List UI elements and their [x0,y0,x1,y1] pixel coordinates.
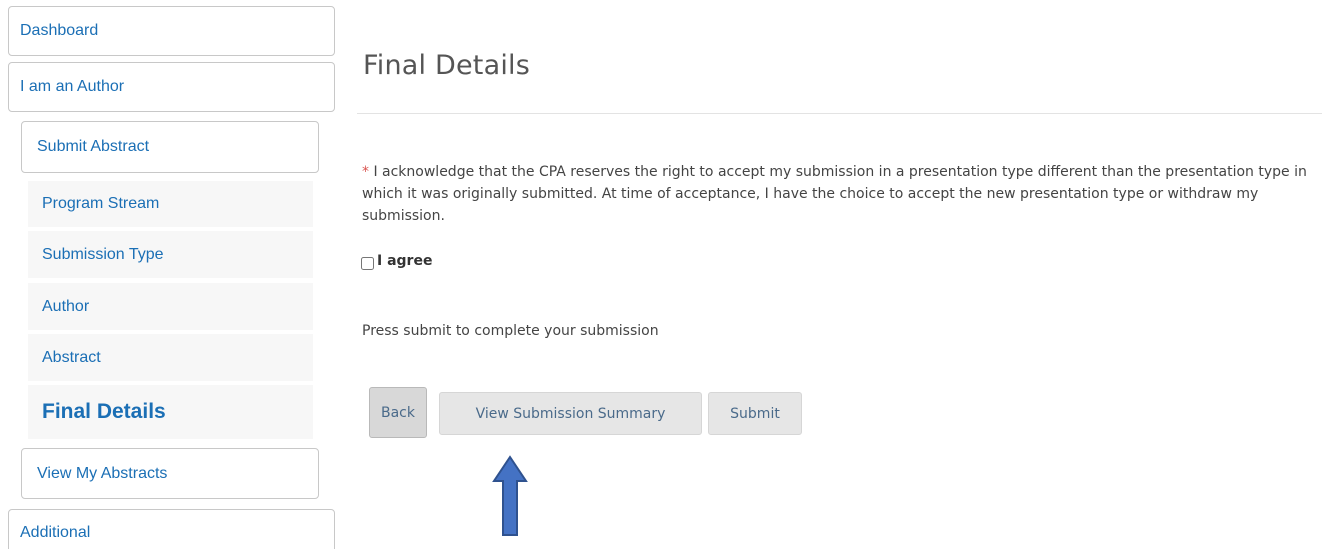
sidebar-step-final-details[interactable]: Final Details [28,385,313,439]
agree-label: I agree [377,253,433,269]
back-button[interactable]: Back [369,387,427,438]
sidebar-item-additional[interactable]: Additional [8,509,335,549]
sidebar-step-author[interactable]: Author [28,283,313,330]
submit-button[interactable]: Submit [708,392,802,435]
sidebar-step-submission-type[interactable]: Submission Type [28,231,313,278]
sidebar-step-label: Program Stream [42,195,160,212]
acknowledgement-body: I acknowledge that the CPA reserves the … [362,164,1307,224]
agree-checkbox[interactable] [361,256,374,270]
sidebar-step-label: Author [42,297,90,315]
sidebar-item-submit-abstract[interactable]: Submit Abstract [21,121,319,173]
sidebar-item-label: Submit Abstract [37,138,150,155]
title-divider [357,113,1322,114]
sidebar-step-program-stream[interactable]: Program Stream [28,181,313,227]
sidebar-step-label: Final Details [42,400,166,423]
sidebar-step-label: Abstract [42,348,101,366]
sidebar-item-label: Dashboard [20,22,99,39]
sidebar-item-label: View My Abstracts [37,464,168,482]
view-submission-summary-button[interactable]: View Submission Summary [439,392,702,435]
sidebar-item-author[interactable]: I am an Author [8,62,335,112]
sidebar-step-abstract[interactable]: Abstract [28,334,313,381]
page-title: Final Details [363,50,531,81]
submit-instruction: Press submit to complete your submission [362,323,659,339]
sidebar-item-view-my-abstracts[interactable]: View My Abstracts [21,448,319,499]
page: Dashboard I am an Author Submit Abstract… [0,0,1329,549]
sidebar-item-label: I am an Author [20,78,125,95]
acknowledgement-text: * I acknowledge that the CPA reserves th… [362,161,1317,227]
agree-option[interactable]: I agree [361,253,433,270]
up-arrow-icon [492,455,528,536]
required-marker: * [362,164,369,180]
sidebar-item-dashboard[interactable]: Dashboard [8,6,335,56]
sidebar-item-label: Additional [20,524,91,541]
sidebar-step-label: Submission Type [42,245,164,263]
